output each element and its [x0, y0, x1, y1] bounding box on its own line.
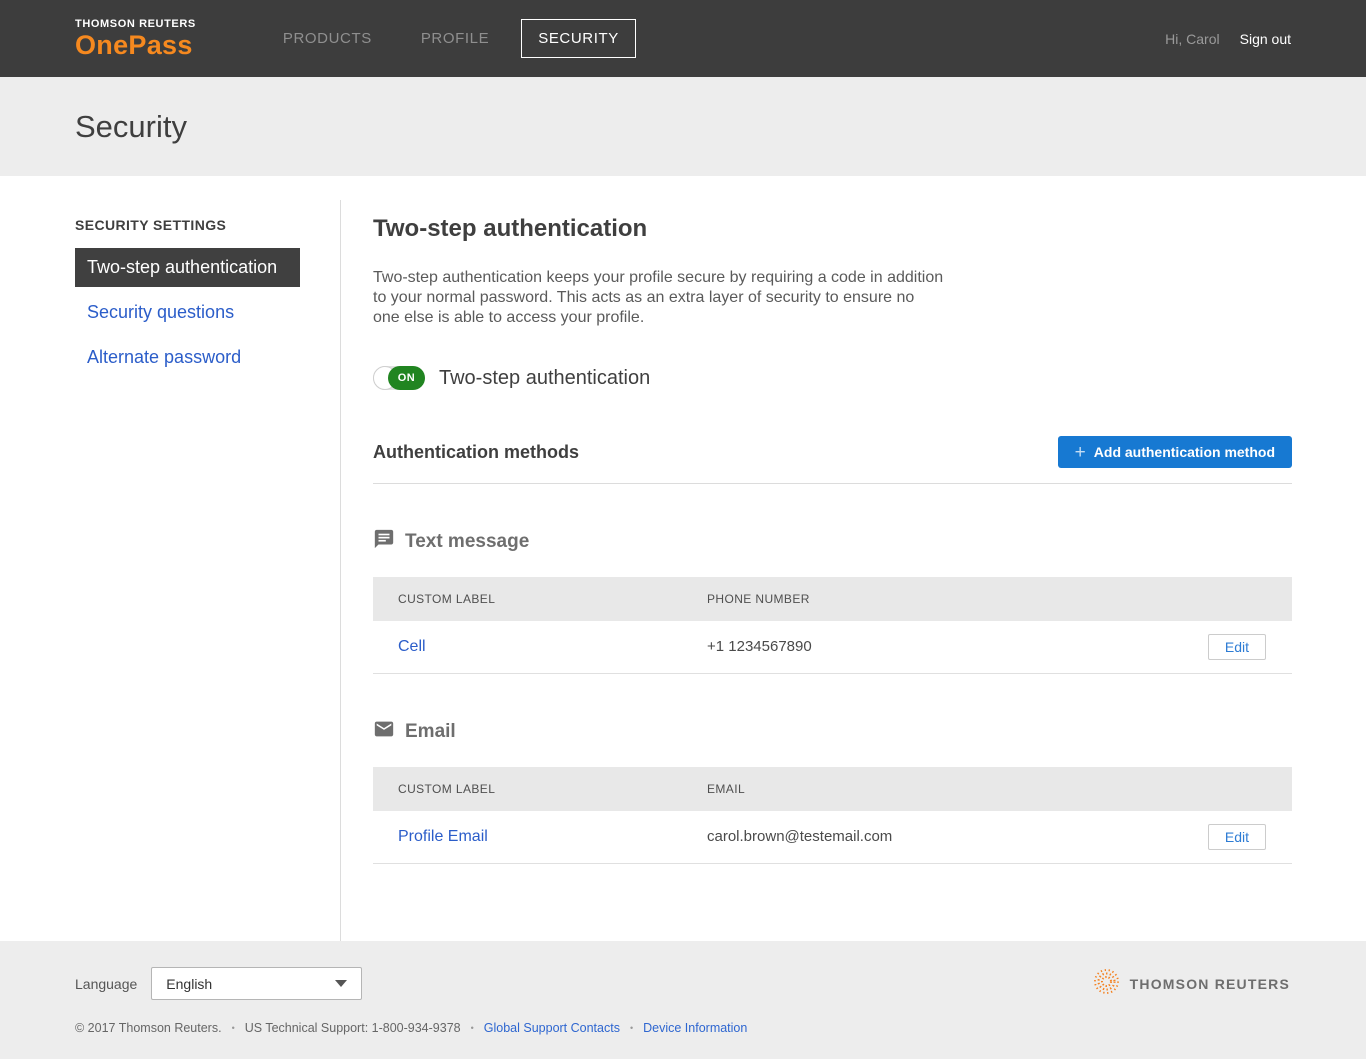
column-header-custom-label: CUSTOM LABEL: [373, 592, 707, 606]
phone-number-value: +1 1234567890: [707, 638, 812, 655]
column-header-custom-label: CUSTOM LABEL: [373, 782, 707, 796]
footer-legal-line: © 2017 Thomson Reuters. • US Technical S…: [75, 1021, 747, 1035]
sidebar-item-two-step-authentication[interactable]: Two-step authentication: [75, 248, 300, 287]
text-message-section-header: Text message: [373, 528, 1292, 555]
nav-tab-security[interactable]: SECURITY: [521, 19, 636, 58]
page-title: Security: [75, 109, 187, 145]
top-nav: THOMSON REUTERS OnePass PRODUCTS PROFILE…: [0, 0, 1366, 77]
dot-separator: •: [471, 1023, 474, 1033]
nav-tab-profile[interactable]: PROFILE: [404, 19, 506, 58]
brand-name-text: OnePass: [75, 32, 196, 59]
sidebar-heading: SECURITY SETTINGS: [75, 217, 340, 233]
text-message-section-title: Text message: [405, 531, 529, 553]
custom-label-link[interactable]: Cell: [398, 638, 426, 655]
toggle-label: Two-step authentication: [439, 367, 650, 390]
language-selected-value: English: [166, 976, 212, 992]
column-header-email: EMAIL: [707, 782, 1292, 796]
email-value: carol.brown@testemail.com: [707, 828, 892, 845]
edit-phone-button[interactable]: Edit: [1208, 634, 1266, 660]
thomson-reuters-sunburst-icon: [1093, 968, 1120, 1000]
nav-right: Hi, Carol Sign out: [1165, 31, 1291, 47]
user-greeting: Hi, Carol: [1165, 31, 1219, 47]
add-authentication-method-button[interactable]: + Add authentication method: [1058, 436, 1292, 468]
global-support-contacts-link[interactable]: Global Support Contacts: [484, 1021, 620, 1035]
authentication-methods-heading: Authentication methods: [373, 442, 579, 463]
two-step-toggle-row: ON Two-step authentication: [373, 366, 1292, 390]
email-section-header: Email: [373, 718, 1292, 745]
authentication-methods-row: Authentication methods + Add authenticat…: [373, 436, 1292, 468]
table-header: CUSTOM LABEL EMAIL: [373, 767, 1292, 811]
sidebar-item-security-questions[interactable]: Security questions: [75, 293, 300, 332]
custom-label-link[interactable]: Profile Email: [398, 828, 488, 845]
footer: Language English © 2017 Thomson Reuters.…: [0, 941, 1366, 1059]
nav-tab-products[interactable]: PRODUCTS: [266, 19, 389, 58]
dot-separator: •: [630, 1023, 633, 1033]
content-area: SECURITY SETTINGS Two-step authenticatio…: [0, 176, 1366, 941]
language-row: Language English: [75, 967, 747, 1000]
email-icon: [373, 718, 395, 745]
thomson-reuters-wordmark: THOMSON REUTERS: [1130, 976, 1290, 992]
table-header: CUSTOM LABEL PHONE NUMBER: [373, 577, 1292, 621]
footer-left: Language English © 2017 Thomson Reuters.…: [75, 967, 747, 1059]
page-title-band: Security: [0, 77, 1366, 176]
sidebar: SECURITY SETTINGS Two-step authenticatio…: [75, 200, 341, 941]
sms-icon: [373, 528, 395, 555]
sidebar-item-alternate-password[interactable]: Alternate password: [75, 338, 300, 377]
text-message-table: CUSTOM LABEL PHONE NUMBER Cell +1 123456…: [373, 577, 1292, 674]
section-heading: Two-step authentication: [373, 215, 1292, 243]
support-phone-text: US Technical Support: 1-800-934-9378: [245, 1021, 461, 1035]
email-section-title: Email: [405, 721, 456, 743]
thomson-reuters-logo: THOMSON REUTERS: [1093, 967, 1290, 1000]
main-panel: Two-step authentication Two-step authent…: [341, 200, 1292, 941]
sign-out-link[interactable]: Sign out: [1240, 31, 1291, 47]
two-step-toggle[interactable]: ON: [373, 366, 425, 390]
language-select[interactable]: English: [151, 967, 362, 1000]
nav-items: PRODUCTS PROFILE SECURITY: [266, 19, 651, 58]
device-information-link[interactable]: Device Information: [643, 1021, 747, 1035]
chevron-down-icon: [335, 980, 347, 987]
edit-email-button[interactable]: Edit: [1208, 824, 1266, 850]
methods-divider: [373, 483, 1292, 484]
email-table: CUSTOM LABEL EMAIL Profile Email carol.b…: [373, 767, 1292, 864]
section-description: Two-step authentication keeps your profi…: [373, 268, 945, 328]
column-header-phone-number: PHONE NUMBER: [707, 592, 1292, 606]
brand-top-text: THOMSON REUTERS: [75, 19, 196, 30]
table-row: Cell +1 1234567890 Edit: [373, 621, 1292, 674]
plus-icon: +: [1075, 443, 1086, 462]
add-button-label: Add authentication method: [1094, 444, 1275, 460]
dot-separator: •: [232, 1023, 235, 1033]
copyright-text: © 2017 Thomson Reuters.: [75, 1021, 222, 1035]
onepass-logo[interactable]: THOMSON REUTERS OnePass: [75, 19, 196, 59]
table-row: Profile Email carol.brown@testemail.com …: [373, 811, 1292, 864]
toggle-on-label: ON: [388, 366, 425, 390]
language-label: Language: [75, 976, 137, 992]
